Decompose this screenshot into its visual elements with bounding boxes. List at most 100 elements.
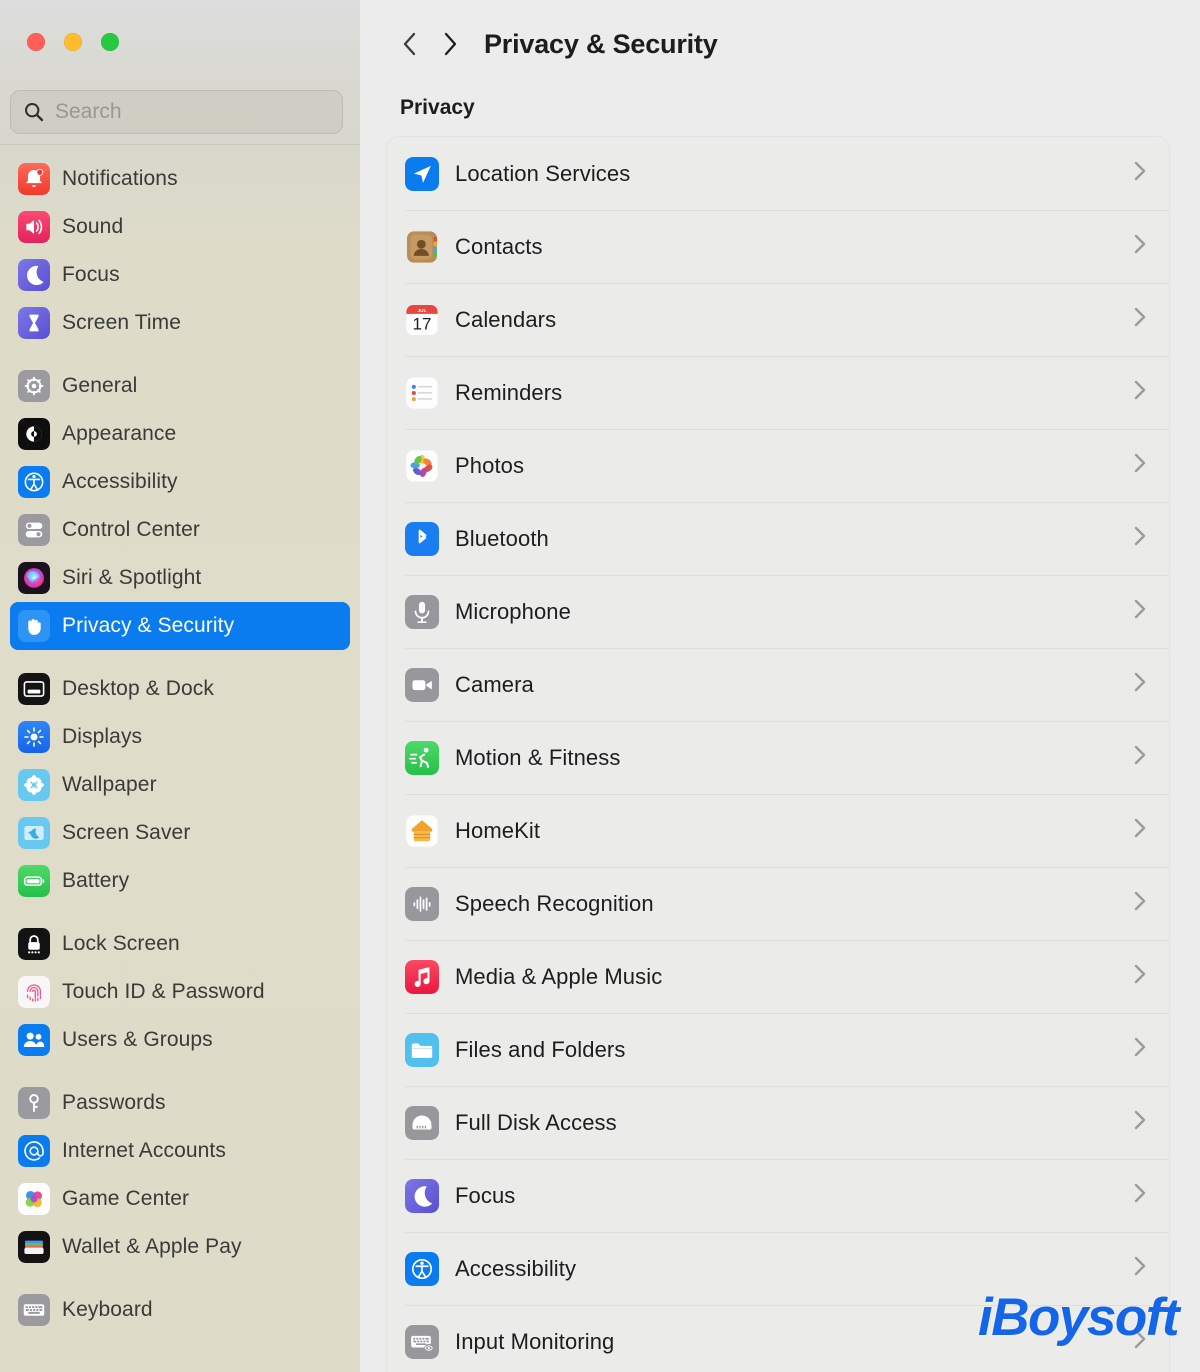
sidebar-item-lock-screen[interactable]: Lock Screen xyxy=(10,920,350,968)
page-title: Privacy & Security xyxy=(484,28,718,59)
privacy-row-input-monitoring[interactable]: Input Monitoring xyxy=(387,1305,1169,1372)
chevron-right-icon xyxy=(439,29,461,59)
privacy-row-motion-fitness[interactable]: Motion & Fitness xyxy=(387,721,1169,794)
sidebar-item-label: General xyxy=(62,374,138,397)
sidebar-item-label: Lock Screen xyxy=(62,932,180,955)
sidebar-item-displays[interactable]: Displays xyxy=(10,713,350,761)
sidebar-item-screen-time[interactable]: Screen Time xyxy=(10,299,350,347)
sidebar-item-label: Screen Time xyxy=(62,311,181,334)
privacy-row-label: Media & Apple Music xyxy=(455,963,663,989)
privacy-row-files-and-folders[interactable]: Files and Folders xyxy=(387,1013,1169,1086)
chevron-right-icon xyxy=(1133,379,1147,406)
close-button[interactable] xyxy=(27,33,45,51)
privacy-row-microphone[interactable]: Microphone xyxy=(387,575,1169,648)
sidebar-item-appearance[interactable]: Appearance xyxy=(10,410,350,458)
accessibility-icon xyxy=(405,1251,439,1286)
privacy-row-label: Full Disk Access xyxy=(455,1109,617,1135)
sidebar-group: Desktop & Dock Displays Wallpaper Screen Sa… xyxy=(0,665,360,905)
homekit-icon xyxy=(405,814,439,848)
sidebar-item-siri-spotlight[interactable]: Siri & Spotlight xyxy=(10,554,350,602)
focus-icon xyxy=(18,259,50,291)
privacy-row-full-disk-access[interactable]: Full Disk Access xyxy=(387,1086,1169,1159)
back-button[interactable] xyxy=(390,24,430,64)
control-center-icon xyxy=(18,514,50,546)
svg-text:JUL: JUL xyxy=(418,307,427,313)
sidebar-item-label: Displays xyxy=(62,725,143,748)
privacy-row-media-apple-music[interactable]: Media & Apple Music xyxy=(387,940,1169,1013)
privacy-row-photos[interactable]: Photos xyxy=(387,429,1169,502)
sidebar-item-control-center[interactable]: Control Center xyxy=(10,506,350,554)
search-input[interactable] xyxy=(55,100,330,124)
privacy-row-location-services[interactable]: Location Services xyxy=(387,137,1169,210)
sidebar-item-users-groups[interactable]: Users & Groups xyxy=(10,1016,350,1064)
battery-icon xyxy=(18,865,50,897)
privacy-row-calendars[interactable]: JUL 17 Calendars xyxy=(387,283,1169,356)
search-field[interactable] xyxy=(10,90,343,134)
sidebar-item-label: Passwords xyxy=(62,1091,166,1114)
sidebar-item-label: Wallpaper xyxy=(62,773,157,796)
minimize-button[interactable] xyxy=(64,33,82,51)
general-icon xyxy=(18,370,50,402)
privacy-row-label: Accessibility xyxy=(455,1255,577,1281)
calendars-icon: JUL 17 xyxy=(405,303,439,337)
sidebar-item-label: Sound xyxy=(62,215,124,238)
sidebar-item-keyboard[interactable]: Keyboard xyxy=(10,1286,350,1334)
chevron-right-icon xyxy=(1133,598,1147,625)
sidebar-item-desktop-dock[interactable]: Desktop & Dock xyxy=(10,665,350,713)
sidebar-group: Keyboard xyxy=(0,1286,360,1334)
sidebar-group: Lock Screen Touch ID & Password Users & Gr… xyxy=(0,920,360,1064)
screen-saver-icon xyxy=(18,817,50,849)
microphone-icon xyxy=(405,594,439,629)
touch-id-icon xyxy=(18,976,50,1008)
chevron-right-icon xyxy=(1133,1036,1147,1063)
sidebar-group: General Appearance Accessibility Control Ce… xyxy=(0,362,360,650)
sidebar-item-label: Screen Saver xyxy=(62,821,191,844)
sidebar-item-label: Control Center xyxy=(62,518,200,541)
internet-accounts-icon xyxy=(18,1135,50,1167)
privacy-row-contacts[interactable]: Contacts xyxy=(387,210,1169,283)
chevron-right-icon xyxy=(1133,963,1147,990)
sidebar-item-label: Desktop & Dock xyxy=(62,677,214,700)
sidebar-item-general[interactable]: General xyxy=(10,362,350,410)
sidebar-item-accessibility[interactable]: Accessibility xyxy=(10,458,350,506)
privacy-row-label: Speech Recognition xyxy=(455,890,654,916)
sidebar-item-wallet-apple-pay[interactable]: Wallet & Apple Pay xyxy=(10,1223,350,1271)
location-services-icon xyxy=(405,156,439,191)
sidebar-item-notifications[interactable]: Notifications xyxy=(10,155,350,203)
screen-time-icon xyxy=(18,307,50,339)
sidebar-item-focus[interactable]: Focus xyxy=(10,251,350,299)
privacy-row-label: Photos xyxy=(455,452,525,478)
sidebar-item-battery[interactable]: Battery xyxy=(10,857,350,905)
sidebar-item-wallpaper[interactable]: Wallpaper xyxy=(10,761,350,809)
sidebar-item-label: Game Center xyxy=(62,1187,190,1210)
zoom-button[interactable] xyxy=(101,33,119,51)
bluetooth-icon xyxy=(405,521,439,556)
files-folders-icon xyxy=(405,1032,439,1067)
privacy-row-speech-recognition[interactable]: Speech Recognition xyxy=(387,867,1169,940)
sidebar-item-label: Accessibility xyxy=(62,470,178,493)
privacy-row-homekit[interactable]: HomeKit xyxy=(387,794,1169,867)
sidebar-item-privacy-security[interactable]: Privacy & Security xyxy=(10,602,350,650)
sidebar-item-touch-id-password[interactable]: Touch ID & Password xyxy=(10,968,350,1016)
sidebar-item-game-center[interactable]: Game Center xyxy=(10,1175,350,1223)
sound-icon xyxy=(18,211,50,243)
privacy-list-card: Location Services Contacts JUL 17 Calendars R… xyxy=(386,136,1170,1372)
system-settings-window: Notifications Sound Focus Screen Time Genera… xyxy=(0,0,1200,1372)
forward-button[interactable] xyxy=(430,24,470,64)
notifications-icon xyxy=(18,163,50,195)
privacy-row-reminders[interactable]: Reminders xyxy=(387,356,1169,429)
sidebar-item-screen-saver[interactable]: Screen Saver xyxy=(10,809,350,857)
appearance-icon xyxy=(18,418,50,450)
privacy-row-label: Input Monitoring xyxy=(455,1328,615,1354)
privacy-row-accessibility[interactable]: Accessibility xyxy=(387,1232,1169,1305)
sidebar-item-passwords[interactable]: Passwords xyxy=(10,1079,350,1127)
svg-text:17: 17 xyxy=(413,314,432,333)
privacy-row-camera[interactable]: Camera xyxy=(387,648,1169,721)
sidebar-group: Passwords Internet Accounts Game Center Wal… xyxy=(0,1079,360,1271)
privacy-row-focus[interactable]: Focus xyxy=(387,1159,1169,1232)
sidebar-item-internet-accounts[interactable]: Internet Accounts xyxy=(10,1127,350,1175)
sidebar-item-sound[interactable]: Sound xyxy=(10,203,350,251)
chevron-right-icon xyxy=(1133,671,1147,698)
sidebar-item-label: Battery xyxy=(62,869,130,892)
privacy-row-bluetooth[interactable]: Bluetooth xyxy=(387,502,1169,575)
